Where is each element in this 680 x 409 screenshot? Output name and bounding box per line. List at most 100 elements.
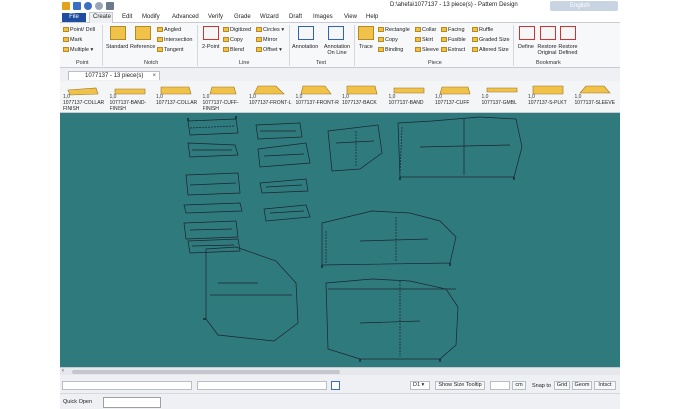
- menu-grade[interactable]: Grade: [234, 14, 251, 20]
- pattern-piece-front-l[interactable]: [321, 210, 457, 266]
- menu-view[interactable]: View: [344, 14, 357, 20]
- menu-draft[interactable]: Draft: [289, 14, 302, 20]
- snap-grid-button[interactable]: Grid: [554, 381, 570, 390]
- notch-angled-button[interactable]: Angled: [157, 27, 181, 33]
- line-copy-button[interactable]: Copy: [223, 37, 243, 43]
- pattern-piece-back-small[interactable]: [327, 124, 383, 172]
- piece-thumbnail[interactable]: 1,0 1077137-BACK: [341, 83, 387, 111]
- line-blend-button[interactable]: Blend: [223, 47, 244, 53]
- bookmark-restore-original-icon: [540, 26, 556, 40]
- print-icon[interactable]: [106, 2, 114, 10]
- bookmark-restore-defined-button[interactable]: Restore Defined: [557, 44, 579, 56]
- pattern-piece-placket[interactable]: [183, 178, 309, 214]
- menu-advanced[interactable]: Advanced: [172, 14, 199, 20]
- pattern-piece-gmbl[interactable]: [263, 204, 311, 222]
- size-select[interactable]: D1 ▾: [410, 381, 430, 390]
- multiple-button[interactable]: Multiple ▾: [63, 47, 93, 53]
- piece-thumbnail[interactable]: 1,0 1077137-CUFF: [434, 83, 480, 111]
- piece-thumbnail[interactable]: 1,0 1077137-COLLAR: [155, 83, 201, 111]
- group-label-bookmark: Bookmark: [536, 60, 561, 66]
- piece-thumbnail[interactable]: 1,0 1077137-FRONT-R: [295, 83, 341, 111]
- mark-button[interactable]: Mark: [63, 37, 82, 43]
- pattern-piece-cuff[interactable]: [183, 220, 241, 254]
- point-drill-button[interactable]: Point/ Drill: [63, 27, 95, 33]
- horizontal-scrollbar[interactable]: ‹: [60, 367, 620, 375]
- piece-thumbnail[interactable]: 1,0 1077137-COLLAR FINISH: [62, 83, 108, 112]
- notch-reference-button[interactable]: Reference: [130, 44, 155, 50]
- piece-thumbnail[interactable]: 1,0 1077137-BAND: [388, 83, 434, 111]
- menu-create[interactable]: Create: [93, 14, 111, 20]
- pattern-piece-cuff-finish[interactable]: [185, 172, 241, 196]
- piece-facing-button[interactable]: Facing: [441, 27, 465, 33]
- line-mirror-button[interactable]: Mirror: [256, 37, 277, 43]
- line-circles-button[interactable]: Circles ▾: [256, 27, 284, 33]
- piece-ruffle-button[interactable]: Ruffle: [472, 27, 493, 33]
- two-point-button[interactable]: 2-Point: [202, 44, 219, 50]
- line-offset-button[interactable]: Offset ▾: [256, 47, 282, 53]
- measure-field[interactable]: [490, 381, 510, 390]
- pattern-piece-collar[interactable]: [257, 142, 311, 168]
- unit-button[interactable]: cm: [512, 381, 526, 390]
- scroll-left-arrow-icon[interactable]: ‹: [62, 368, 64, 374]
- snap-to-label: Snap to: [532, 383, 551, 389]
- pattern-piece-back[interactable]: [325, 278, 459, 360]
- piece-thumbnail[interactable]: 1,0 1077137-FRONT-L: [248, 83, 294, 111]
- piece-thumbnail[interactable]: 1,0 1077137-SLEEVE: [574, 83, 620, 111]
- status-field-3[interactable]: [331, 381, 340, 390]
- menu-help[interactable]: Help: [366, 14, 378, 20]
- piece-thumbnail[interactable]: 1,0 1077137-CUFF-FINISH: [202, 83, 248, 112]
- scroll-thumb[interactable]: [72, 370, 340, 374]
- piece-shape-icon: [67, 87, 99, 96]
- show-size-tooltip-button[interactable]: Show Size Tooltip: [435, 381, 485, 390]
- annotation-on-line-button[interactable]: Annotation On Line: [321, 44, 353, 56]
- bookmark-define-button[interactable]: Define: [518, 44, 534, 50]
- menu-edit[interactable]: Edit: [122, 14, 132, 20]
- pattern-piece-front-r[interactable]: [397, 116, 523, 178]
- notch-tangent-button[interactable]: Tangent: [157, 47, 184, 53]
- piece-sleeve-button[interactable]: Sleeve: [415, 47, 439, 53]
- document-tabs: 1077137 - 13 piece(s) ×: [60, 69, 620, 80]
- redo-icon[interactable]: [95, 2, 103, 10]
- facing-icon: [441, 27, 447, 33]
- angled-label: Angled: [164, 27, 182, 33]
- notch-standard-button[interactable]: Standard: [106, 44, 128, 50]
- language-search[interactable]: English: [550, 1, 618, 11]
- piece-extract-button[interactable]: Extract: [441, 47, 465, 53]
- notch-intersection-button[interactable]: Intersection: [157, 37, 192, 43]
- undo-icon[interactable]: [84, 2, 92, 10]
- blend-icon: [223, 47, 229, 53]
- pattern-piece-band-right[interactable]: [255, 122, 303, 140]
- menu-wizard[interactable]: Wizard: [260, 14, 279, 20]
- menu-images[interactable]: Images: [313, 14, 333, 20]
- piece-thumbnail[interactable]: 1,0 1077137-S-PLKT: [527, 83, 573, 111]
- document-tab[interactable]: 1077137 - 13 piece(s) ×: [68, 71, 160, 80]
- piece-collar-button[interactable]: Collar: [415, 27, 436, 33]
- pattern-piece-band-finish[interactable]: [187, 142, 239, 158]
- line-digitized-button[interactable]: Digitized: [223, 27, 251, 33]
- save-icon[interactable]: [73, 2, 81, 10]
- annotation-button[interactable]: Annotation: [292, 44, 318, 50]
- altered-size-icon: [472, 47, 478, 53]
- pattern-canvas[interactable]: [60, 113, 620, 367]
- snap-intsct-button[interactable]: Intsct: [594, 381, 616, 390]
- piece-rectangle-button[interactable]: Rectangle: [378, 27, 410, 33]
- menu-verify[interactable]: Verify: [208, 14, 223, 20]
- piece-shape-icon: [114, 88, 145, 95]
- quick-open-input[interactable]: [103, 397, 161, 408]
- piece-skirt-button[interactable]: Skirt: [415, 37, 433, 43]
- piece-fusible-button[interactable]: Fusible: [441, 37, 466, 43]
- piece-binding-button[interactable]: Binding: [378, 47, 403, 53]
- close-icon[interactable]: ×: [152, 72, 156, 80]
- trace-button[interactable]: Trace: [359, 44, 373, 50]
- pattern-piece-collar-finish[interactable]: [187, 118, 239, 136]
- menu-modify[interactable]: Modify: [142, 14, 160, 20]
- menu-file[interactable]: File: [62, 13, 86, 22]
- snap-geom-button[interactable]: Geom: [572, 381, 592, 390]
- piece-copy-button[interactable]: Copy: [378, 37, 398, 43]
- piece-thumbnail[interactable]: 1,0 1077137-GMBL: [481, 83, 527, 111]
- piece-altered-size-button[interactable]: Altered Size: [472, 47, 509, 53]
- piece-thumbnail[interactable]: 1,0 1077137-BAND-FINISH: [109, 83, 155, 112]
- bookmark-restore-original-button[interactable]: Restore Original: [536, 44, 558, 56]
- piece-graded-size-button[interactable]: Graded Size: [472, 37, 510, 43]
- pattern-piece-sleeve[interactable]: [205, 246, 299, 342]
